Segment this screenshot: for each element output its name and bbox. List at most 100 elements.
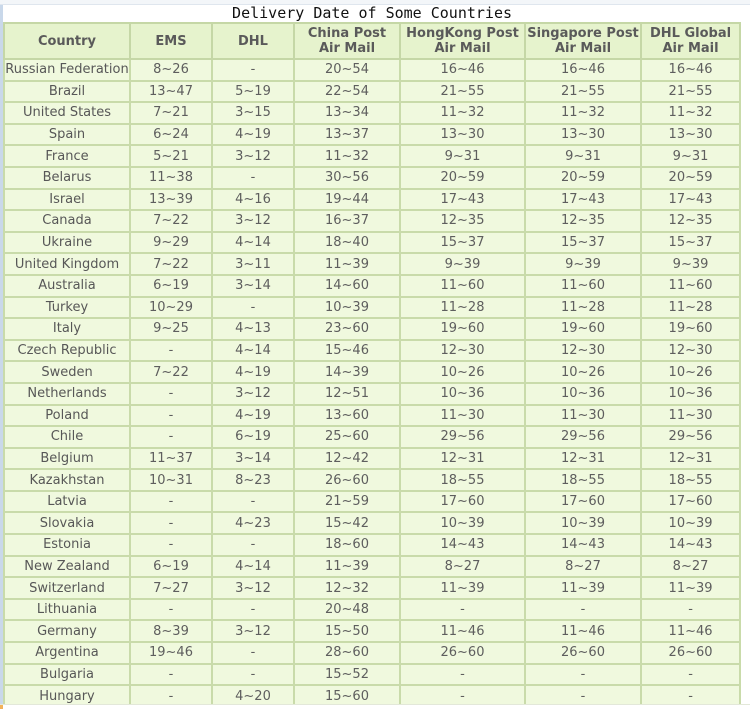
country-cell[interactable]: Sweden (3, 360, 131, 384)
ems-cell[interactable]: - (129, 338, 213, 363)
country-cell[interactable]: Argentina (3, 641, 131, 665)
country-cell[interactable]: Germany (3, 619, 131, 644)
dhl-cell[interactable]: 4~19 (211, 122, 295, 147)
country-cell[interactable]: Israel (3, 187, 131, 212)
singapore-post-air-mail-cell[interactable]: 10~36 (524, 381, 642, 406)
dhl-global-air-mail-cell[interactable]: 17~43 (639, 187, 742, 212)
country-cell[interactable]: Netherlands (3, 381, 131, 406)
dhl-cell[interactable]: 3~12 (211, 144, 295, 168)
ems-cell[interactable]: - (129, 403, 213, 428)
dhl-cell[interactable]: 8~23 (211, 468, 295, 492)
hongkong-post-air-mail-cell[interactable]: 11~28 (399, 295, 526, 320)
ems-cell[interactable]: - (129, 425, 213, 449)
china-post-air-mail-cell[interactable]: 11~39 (293, 554, 401, 579)
dhl-cell[interactable]: - (211, 533, 295, 557)
dhl-cell[interactable]: 6~19 (211, 425, 295, 449)
column-header-hongkong-post-air-mail[interactable]: HongKong Post Air Mail (399, 22, 526, 60)
country-cell[interactable]: Lithuania (3, 597, 131, 622)
hongkong-post-air-mail-cell[interactable]: 12~31 (399, 446, 526, 471)
ems-cell[interactable]: 6~19 (129, 554, 213, 579)
dhl-cell[interactable]: 5~19 (211, 79, 295, 104)
dhl-global-air-mail-cell[interactable]: 12~35 (639, 209, 742, 233)
dhl-cell[interactable]: - (211, 597, 295, 622)
china-post-air-mail-cell[interactable]: 18~40 (293, 230, 401, 255)
singapore-post-air-mail-cell[interactable]: 26~60 (524, 641, 642, 665)
dhl-cell[interactable]: 4~13 (211, 317, 295, 341)
singapore-post-air-mail-cell[interactable]: 12~30 (524, 338, 642, 363)
ems-cell[interactable]: 7~22 (129, 209, 213, 233)
singapore-post-air-mail-cell[interactable]: 19~60 (524, 317, 642, 341)
singapore-post-air-mail-cell[interactable]: 11~60 (524, 273, 642, 298)
dhl-cell[interactable]: 3~11 (211, 252, 295, 276)
china-post-air-mail-cell[interactable]: 22~54 (293, 79, 401, 104)
country-cell[interactable]: Switzerland (3, 576, 131, 600)
singapore-post-air-mail-cell[interactable]: 17~60 (524, 489, 642, 514)
ems-cell[interactable]: 6~19 (129, 273, 213, 298)
hongkong-post-air-mail-cell[interactable]: 15~37 (399, 230, 526, 255)
dhl-global-air-mail-cell[interactable]: 11~32 (639, 101, 742, 125)
dhl-global-air-mail-cell[interactable]: 18~55 (639, 468, 742, 492)
hongkong-post-air-mail-cell[interactable]: 9~39 (399, 252, 526, 276)
ems-cell[interactable]: 19~46 (129, 641, 213, 665)
country-cell[interactable]: Belgium (3, 446, 131, 471)
dhl-cell[interactable]: 4~16 (211, 187, 295, 212)
china-post-air-mail-cell[interactable]: 13~60 (293, 403, 401, 428)
table-title[interactable]: Delivery Date of Some Countries (4, 4, 741, 23)
china-post-air-mail-cell[interactable]: 20~54 (293, 58, 401, 82)
dhl-global-air-mail-cell[interactable]: 11~46 (639, 619, 742, 644)
ems-cell[interactable]: 9~29 (129, 230, 213, 255)
china-post-air-mail-cell[interactable]: 10~39 (293, 295, 401, 320)
dhl-cell[interactable]: 4~14 (211, 230, 295, 255)
country-cell[interactable]: Czech Republic (3, 338, 131, 363)
dhl-global-air-mail-cell[interactable]: 10~36 (639, 381, 742, 406)
dhl-global-air-mail-cell[interactable]: - (639, 662, 742, 687)
dhl-global-air-mail-cell[interactable]: 19~60 (639, 317, 742, 341)
column-header-singapore-post-air-mail[interactable]: Singapore Post Air Mail (524, 22, 642, 60)
dhl-global-air-mail-cell[interactable]: 13~30 (639, 122, 742, 147)
dhl-cell[interactable]: 4~14 (211, 554, 295, 579)
china-post-air-mail-cell[interactable]: 11~39 (293, 252, 401, 276)
china-post-air-mail-cell[interactable]: 15~42 (293, 511, 401, 536)
dhl-cell[interactable]: 4~19 (211, 360, 295, 384)
country-cell[interactable]: Bulgaria (3, 662, 131, 687)
hongkong-post-air-mail-cell[interactable]: 11~60 (399, 273, 526, 298)
country-cell[interactable]: Russian Federation (3, 58, 131, 82)
hongkong-post-air-mail-cell[interactable]: 10~39 (399, 511, 526, 536)
ems-cell[interactable]: 8~26 (129, 58, 213, 82)
ems-cell[interactable]: 7~27 (129, 576, 213, 600)
singapore-post-air-mail-cell[interactable]: 11~30 (524, 403, 642, 428)
singapore-post-air-mail-cell[interactable]: 11~28 (524, 295, 642, 320)
dhl-global-air-mail-cell[interactable]: 12~31 (639, 446, 742, 471)
singapore-post-air-mail-cell[interactable]: - (524, 662, 642, 687)
dhl-global-air-mail-cell[interactable]: 11~30 (639, 403, 742, 428)
ems-cell[interactable]: 6~24 (129, 122, 213, 147)
country-cell[interactable]: Brazil (3, 79, 131, 104)
hongkong-post-air-mail-cell[interactable]: 9~31 (399, 144, 526, 168)
singapore-post-air-mail-cell[interactable]: 9~39 (524, 252, 642, 276)
dhl-cell[interactable]: - (211, 58, 295, 82)
dhl-cell[interactable]: - (211, 165, 295, 190)
country-cell[interactable]: Australia (3, 273, 131, 298)
ems-cell[interactable]: - (129, 533, 213, 557)
hongkong-post-air-mail-cell[interactable]: 21~55 (399, 79, 526, 104)
ems-cell[interactable]: 11~38 (129, 165, 213, 190)
singapore-post-air-mail-cell[interactable]: 11~46 (524, 619, 642, 644)
hongkong-post-air-mail-cell[interactable]: 19~60 (399, 317, 526, 341)
country-cell[interactable]: Italy (3, 317, 131, 341)
hongkong-post-air-mail-cell[interactable]: 14~43 (399, 533, 526, 557)
column-header-dhl[interactable]: DHL (211, 22, 295, 60)
country-cell[interactable]: United Kingdom (3, 252, 131, 276)
country-cell[interactable]: Kazakhstan (3, 468, 131, 492)
hongkong-post-air-mail-cell[interactable]: 8~27 (399, 554, 526, 579)
country-cell[interactable]: United States (3, 101, 131, 125)
singapore-post-air-mail-cell[interactable]: 11~32 (524, 101, 642, 125)
singapore-post-air-mail-cell[interactable]: 17~43 (524, 187, 642, 212)
singapore-post-air-mail-cell[interactable]: 11~39 (524, 576, 642, 600)
country-cell[interactable]: Slovakia (3, 511, 131, 536)
china-post-air-mail-cell[interactable]: 12~32 (293, 576, 401, 600)
dhl-global-air-mail-cell[interactable]: 20~59 (639, 165, 742, 190)
dhl-global-air-mail-cell[interactable]: 12~30 (639, 338, 742, 363)
country-cell[interactable]: New Zealand (3, 554, 131, 579)
column-header-country[interactable]: Country (3, 22, 131, 60)
hongkong-post-air-mail-cell[interactable]: 16~46 (399, 58, 526, 82)
